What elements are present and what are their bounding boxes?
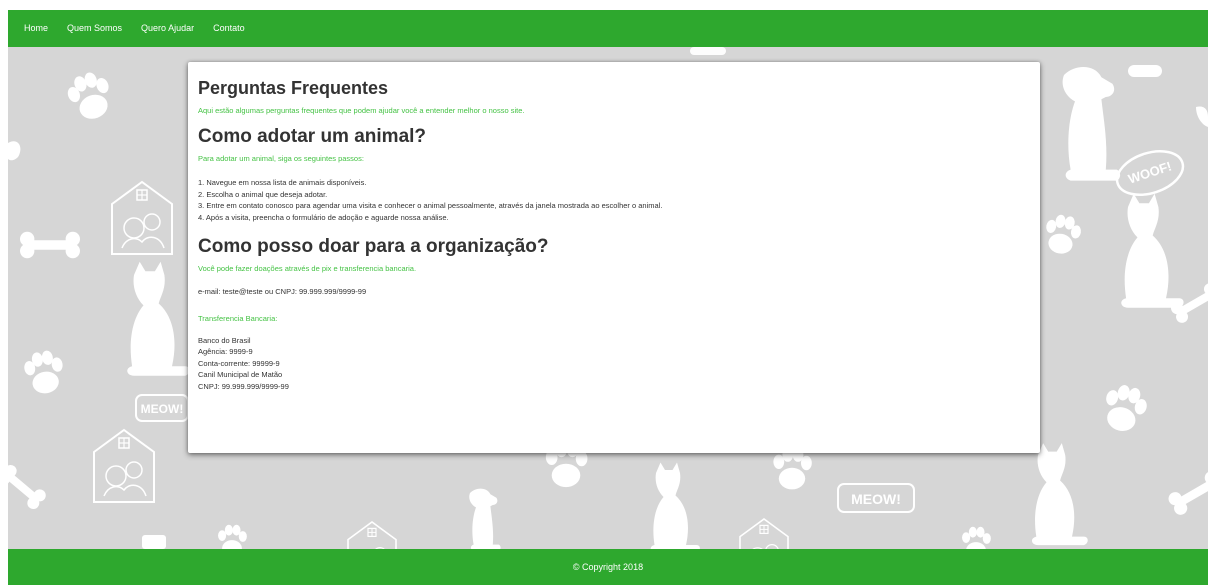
donate-intro: Você pode fazer doações através de pix e… xyxy=(198,264,417,273)
meow-badge-left: MEOW! xyxy=(135,394,189,422)
bank-detail-line: Canil Municipal de Matão xyxy=(198,370,283,379)
faq-intro: Aqui estão algumas perguntas frequentes … xyxy=(198,106,525,115)
nav-link-home[interactable]: Home xyxy=(24,10,48,47)
bank-detail-line: CNPJ: 99.999.999/9999-99 xyxy=(198,381,289,391)
adopt-step: 1. Navegue em nossa lista de animais dis… xyxy=(198,178,367,187)
copyright-text: © Copyright 2018 xyxy=(572,562,644,572)
adopt-step: 2. Escolha o animal que deseja adotar. xyxy=(198,189,328,199)
pix-info: e-mail: teste@teste ou CNPJ: 99.999.999/… xyxy=(198,287,367,296)
nav-link-quem-somos[interactable]: Quem Somos xyxy=(67,10,122,47)
page-frame: Home Quem Somos Quero Ajudar Contato WOO… xyxy=(8,10,1208,585)
donate-section-title: Como posso doar para a organização? xyxy=(198,236,549,257)
nav-link-quero-ajudar[interactable]: Quero Ajudar xyxy=(141,10,194,47)
adopt-step: 3. Entre em contato conosco para agendar… xyxy=(198,201,663,210)
page-title: Perguntas Frequentes xyxy=(198,78,389,98)
adopt-steps-list: 1. Navegue em nossa lista de animais dis… xyxy=(198,177,1030,223)
bank-detail-line: Banco do Brasil xyxy=(198,335,251,345)
meow-badge-right: MEOW! xyxy=(837,483,915,513)
adopt-intro: Para adotar um animal, siga os seguintes… xyxy=(198,154,364,163)
adopt-step: 4. Após a visita, preencha o formulário … xyxy=(198,212,449,222)
woof-badge-text: WOOF! xyxy=(1126,158,1173,186)
meow-badge-left-text: MEOW! xyxy=(141,402,184,416)
page-footer: © Copyright 2018 xyxy=(8,549,1208,585)
adopt-section-title: Como adotar um animal? xyxy=(198,126,427,147)
nav-link-contato[interactable]: Contato xyxy=(213,10,245,47)
bank-transfer-title: Transferencia Bancaria: xyxy=(198,313,278,323)
faq-card: Perguntas Frequentes Aqui estão algumas … xyxy=(188,62,1040,453)
woof-badge: WOOF! xyxy=(1115,150,1185,196)
bank-details: Banco do Brasil Agência: 9999-9 Conta-co… xyxy=(198,335,1030,393)
top-navbar: Home Quem Somos Quero Ajudar Contato xyxy=(8,10,1208,47)
bank-detail-line: Conta-corrente: 99999-9 xyxy=(198,358,280,368)
meow-badge-right-text: MEOW! xyxy=(851,491,901,507)
bank-detail-line: Agência: 9999-9 xyxy=(198,347,253,356)
